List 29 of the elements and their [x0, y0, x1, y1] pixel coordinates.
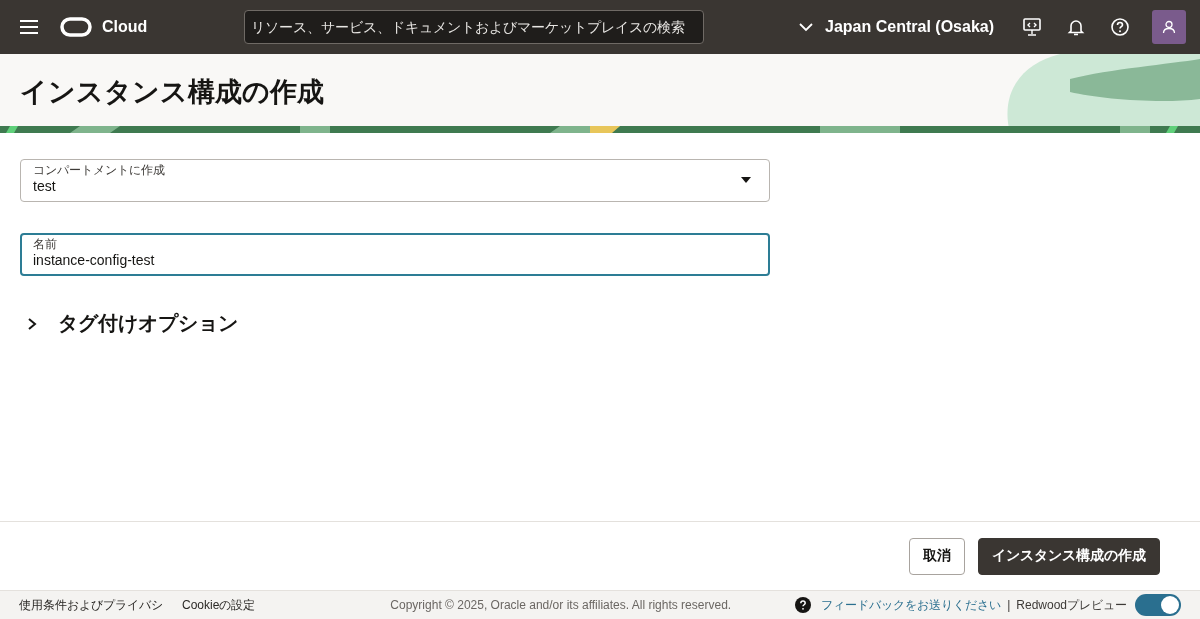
cookie-settings-link[interactable]: Cookieの設定	[182, 596, 256, 614]
select-field[interactable]: コンパートメントに作成 test	[20, 159, 770, 202]
help-icon[interactable]	[795, 597, 812, 613]
avatar-button[interactable]	[1152, 10, 1186, 44]
preview-label: Redwoodプレビュー	[1016, 596, 1127, 614]
input-field[interactable]: 名前 instance-config-test	[20, 233, 770, 276]
region-selector[interactable]: Japan Central (Osaka)	[799, 18, 994, 36]
brand-name[interactable]: Cloud	[102, 18, 148, 36]
search-field[interactable]: リソース、サービス、ドキュメントおよびマーケットプレイスの検索	[244, 10, 704, 44]
bell-icon[interactable]	[1066, 17, 1086, 37]
help-icon[interactable]	[1110, 17, 1130, 37]
chevron-down-icon	[799, 22, 814, 32]
logo-icon[interactable]	[60, 17, 92, 37]
caret-icon	[741, 177, 751, 183]
preview-toggle[interactable]	[1135, 594, 1181, 616]
menu-icon[interactable]	[20, 20, 38, 34]
chevron-right-icon	[26, 317, 38, 330]
field-label: コンパートメントに作成	[33, 163, 165, 177]
tagging-options-toggle[interactable]: タグ付けオプション	[20, 310, 1180, 337]
field-label: 名前	[33, 237, 57, 251]
cancel-button[interactable]: 取消	[909, 537, 965, 575]
separator-text: |	[1007, 598, 1011, 612]
copyright-text: Copyright © 2025, Oracle and/or its affiliates. All rights reserved.	[390, 598, 733, 612]
person-icon	[1162, 20, 1176, 34]
monitor-icon[interactable]	[1022, 17, 1042, 37]
feedback-link[interactable]: フィードバックをお送りください	[821, 596, 1002, 614]
page-title: インスタンス構成の作成	[20, 76, 324, 109]
terms-link[interactable]: 使用条件およびプライバシ	[19, 596, 163, 614]
create-button[interactable]: インスタンス構成の作成	[978, 537, 1160, 575]
